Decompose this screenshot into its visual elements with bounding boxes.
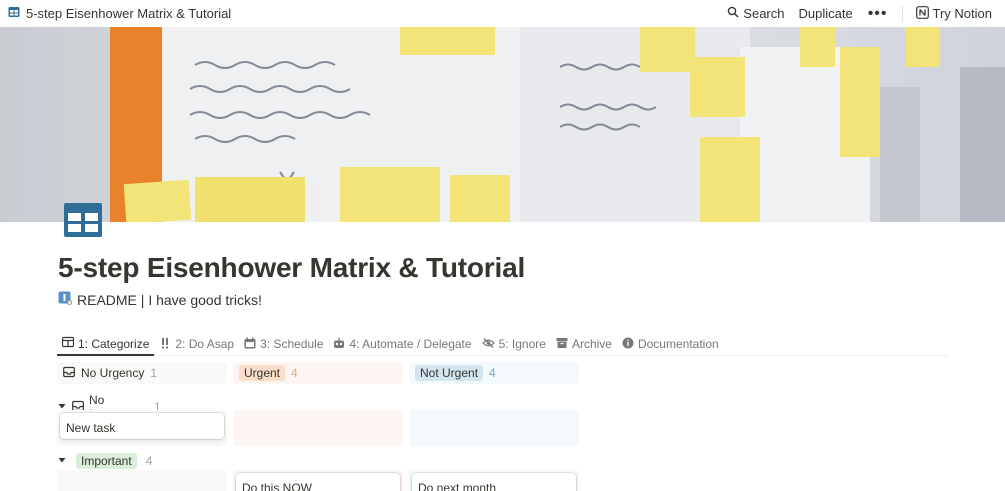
column-header-urgent[interactable]: Urgent 4 [233,362,403,384]
page-title: 5-step Eisenhower Matrix & Tutorial [58,252,526,283]
search-button[interactable]: Search [722,3,789,24]
task-card[interactable]: Do this NOW [236,473,400,491]
caret-down-icon[interactable] [57,454,67,468]
table-icon [8,6,20,21]
board-cell [233,410,403,446]
divider [901,5,903,22]
board-cell [57,470,227,491]
tab-schedule[interactable]: 3: Schedule [239,333,328,355]
tab-label: Documentation [637,337,719,351]
card-title: New task [66,421,116,435]
archive-icon [556,337,568,352]
notion-logo-icon [915,5,929,22]
exclamation-icon [159,337,171,352]
tab-do-asap[interactable]: 2: Do Asap [154,333,239,355]
column-header-no-urgency[interactable]: No Urgency 1 [57,362,227,384]
column-header-not-urgent[interactable]: Not Urgent 4 [409,362,579,384]
board-cell [409,410,579,446]
tab-label: 1: Categorize [78,336,150,351]
tab-ignore[interactable]: 5: Ignore [477,333,551,355]
search-icon [727,6,739,21]
task-card[interactable]: Do next month [412,473,576,491]
tab-archive[interactable]: Archive [551,333,617,355]
calendar-icon [244,337,256,352]
task-card[interactable]: New task [60,413,224,439]
column-count: 4 [489,366,496,380]
info-icon [622,337,634,352]
robot-icon [333,337,345,352]
column-count: 1 [150,366,158,380]
tab-label: 5: Ignore [498,337,546,351]
readme-label: README | I have good tricks! [77,291,262,308]
tab-label: Archive [571,337,612,351]
cover-image-art [0,27,1005,222]
breadcrumb[interactable]: 5-step Eisenhower Matrix & Tutorial [8,6,231,21]
more-options-button[interactable]: ••• [862,5,894,21]
cover-image [0,27,1005,222]
top-bar: 5-step Eisenhower Matrix & Tutorial Sear… [0,0,1005,27]
tab-label: 2: Do Asap [175,337,235,351]
card-title: Do this NOW [242,481,313,491]
search-label: Search [743,6,785,21]
page-table-icon[interactable] [64,203,102,237]
tab-documentation[interactable]: Documentation [617,333,724,355]
column-count: 4 [291,366,298,380]
readme-link[interactable]: README | I have good tricks! [58,291,262,308]
tab-automate-delegate[interactable]: 4: Automate / Delegate [328,333,476,355]
try-notion-label: Try Notion [932,6,992,21]
try-notion-button[interactable]: Try Notion [911,3,997,25]
tab-label: 3: Schedule [260,337,324,351]
card-title: Do next month [418,481,497,491]
group-count: 4 [145,454,153,468]
group-label: Important [76,453,137,469]
view-tabs: 1: Categorize 2: Do Asap 3: Schedule 4: … [57,333,947,356]
column-label: Not Urgent [415,365,484,381]
group-header-important[interactable]: Important 4 [57,453,152,469]
duplicate-label: Duplicate [798,6,853,21]
eye-slash-icon [481,337,495,352]
inbox-icon [63,366,75,381]
tab-label: 4: Automate / Delegate [349,337,472,351]
duplicate-button[interactable]: Duplicate [794,3,858,24]
table-icon [61,336,75,351]
info-book-icon [58,291,73,308]
tab-categorize[interactable]: 1: Categorize [57,333,155,356]
column-label: No Urgency [81,366,145,380]
breadcrumb-title: 5-step Eisenhower Matrix & Tutorial [26,6,232,21]
column-label: Urgent [239,365,286,381]
